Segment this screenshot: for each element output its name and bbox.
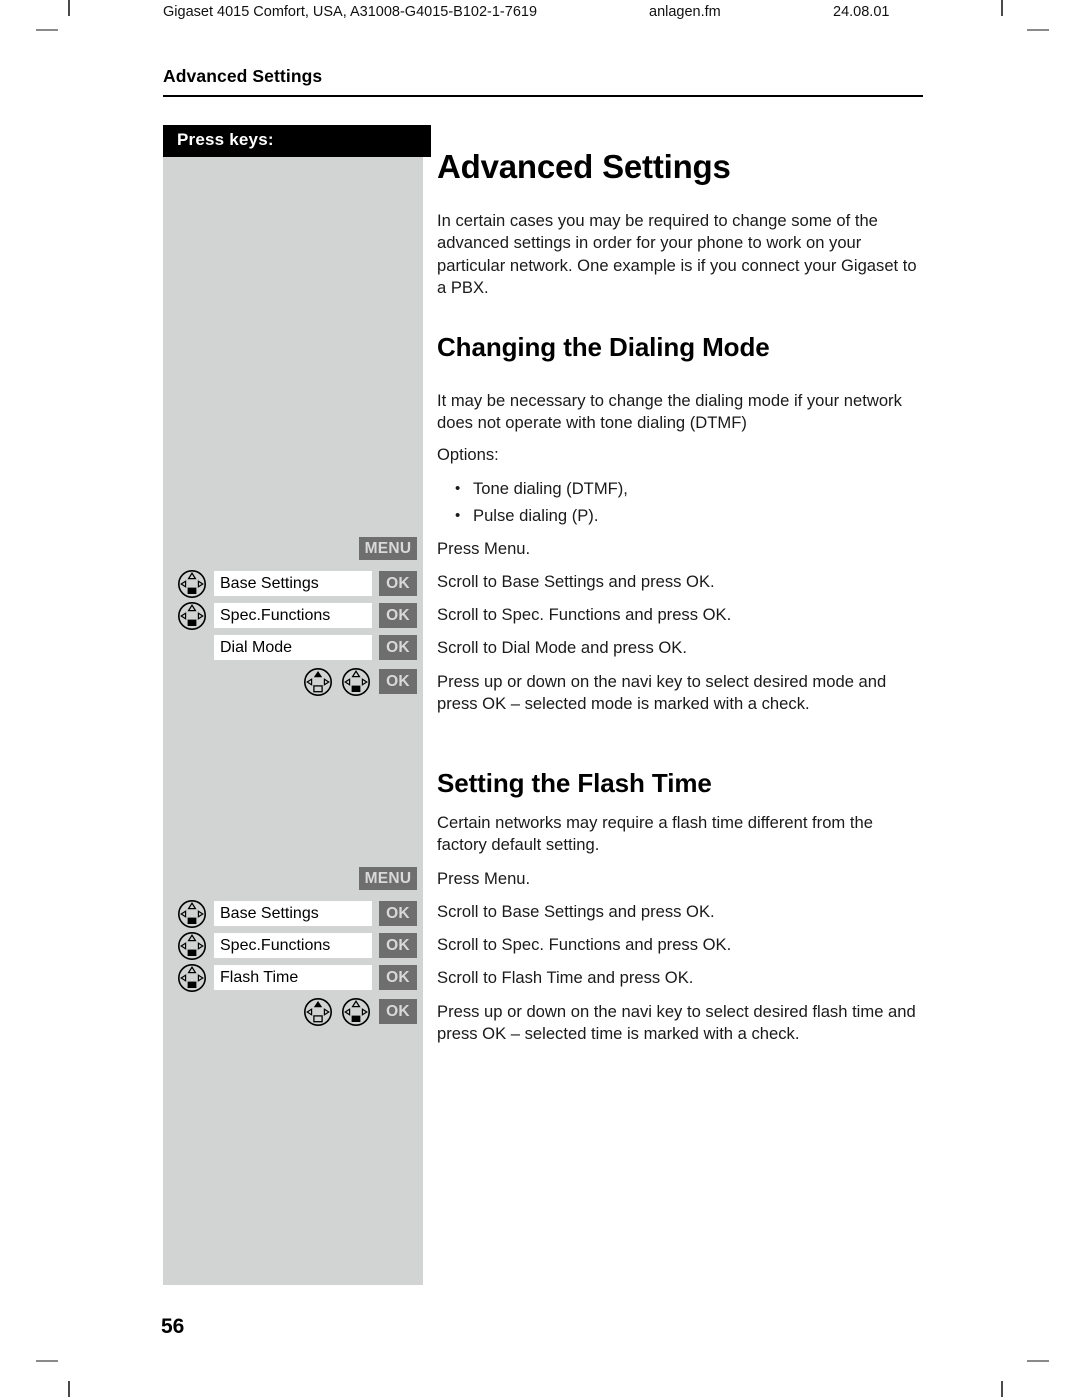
menu-item-label[interactable]: Base Settings bbox=[214, 901, 372, 926]
intro-paragraph: In certain cases you may be required to … bbox=[437, 211, 917, 297]
menu-item-label[interactable]: Base Settings bbox=[214, 571, 372, 596]
crop-mark-top-right-horizontal bbox=[1027, 29, 1049, 31]
ok-key-button[interactable]: OK bbox=[379, 571, 417, 596]
ok-key-button[interactable]: OK bbox=[379, 965, 417, 990]
header-document-id: Gigaset 4015 Comfort, USA, A31008-G4015-… bbox=[163, 4, 538, 20]
menu-key-button[interactable]: MENU bbox=[359, 867, 417, 890]
step-text: Press up or down on the navi key to sele… bbox=[437, 1002, 916, 1044]
crop-mark-top-left-horizontal bbox=[36, 29, 58, 31]
step-text: Scroll to Flash Time and press OK. bbox=[437, 968, 694, 987]
crop-mark-bottom-right-vertical bbox=[1001, 1381, 1003, 1397]
header-date: 24.08.01 bbox=[833, 4, 890, 20]
ok-key-button[interactable]: OK bbox=[379, 999, 417, 1024]
menu-item-label[interactable]: Spec.Functions bbox=[214, 933, 372, 958]
step-text: Press Menu. bbox=[437, 539, 531, 558]
list-item: Pulse dialing (P). bbox=[447, 502, 917, 529]
step-text: Scroll to Dial Mode and press OK. bbox=[437, 638, 687, 657]
crop-mark-bottom-left-vertical bbox=[68, 1381, 70, 1397]
menu-key-button[interactable]: MENU bbox=[359, 537, 417, 560]
step-text: Press up or down on the navi key to sele… bbox=[437, 672, 887, 714]
crop-mark-bottom-right-horizontal bbox=[1027, 1360, 1049, 1362]
dialing-options-list: Tone dialing (DTMF), Pulse dialing (P). bbox=[447, 475, 917, 529]
press-keys-label: Press keys: bbox=[177, 130, 274, 149]
menu-item-label[interactable]: Spec.Functions bbox=[214, 603, 372, 628]
navi-key-down-icon[interactable] bbox=[340, 997, 372, 1027]
ok-key-button[interactable]: OK bbox=[379, 603, 417, 628]
page-title: Advanced Settings bbox=[437, 148, 731, 185]
ok-key-button[interactable]: OK bbox=[379, 669, 417, 694]
step-text: Press Menu. bbox=[437, 869, 531, 888]
navi-key-up-icon[interactable] bbox=[302, 667, 334, 697]
crop-mark-top-right-vertical bbox=[1001, 0, 1003, 16]
navi-key-scroll-down-icon[interactable] bbox=[176, 963, 208, 993]
chapter-rule-divider bbox=[163, 95, 923, 97]
section-intro-dialing-mode: It may be necessary to change the dialin… bbox=[437, 391, 902, 433]
step-text: Scroll to Base Settings and press OK. bbox=[437, 902, 715, 921]
press-keys-heading-bar: Press keys: bbox=[163, 125, 431, 157]
step-text: Scroll to Spec. Functions and press OK. bbox=[437, 605, 732, 624]
navi-key-scroll-down-icon[interactable] bbox=[176, 931, 208, 961]
section-intro-flash-time: Certain networks may require a flash tim… bbox=[437, 813, 873, 855]
navi-key-scroll-down-icon[interactable] bbox=[176, 569, 208, 599]
ok-key-button[interactable]: OK bbox=[379, 933, 417, 958]
crop-mark-bottom-left-horizontal bbox=[36, 1360, 58, 1362]
navi-key-scroll-down-icon[interactable] bbox=[176, 601, 208, 631]
options-label: Options: bbox=[437, 445, 499, 464]
running-header: Gigaset 4015 Comfort, USA, A31008-G4015-… bbox=[163, 4, 923, 26]
step-text: Scroll to Base Settings and press OK. bbox=[437, 572, 715, 591]
press-keys-panel: MENU Base Settings OK Spec.Functions OK … bbox=[163, 157, 423, 1285]
chapter-title: Advanced Settings bbox=[163, 66, 323, 86]
menu-item-label[interactable]: Dial Mode bbox=[214, 635, 372, 660]
ok-key-button[interactable]: OK bbox=[379, 635, 417, 660]
navi-key-down-icon[interactable] bbox=[340, 667, 372, 697]
list-item: Tone dialing (DTMF), bbox=[447, 475, 917, 502]
section-heading-flash-time: Setting the Flash Time bbox=[437, 768, 712, 798]
crop-mark-top-left-vertical bbox=[68, 0, 70, 16]
ok-key-button[interactable]: OK bbox=[379, 901, 417, 926]
header-file-name: anlagen.fm bbox=[649, 4, 721, 20]
section-heading-dialing-mode: Changing the Dialing Mode bbox=[437, 332, 770, 362]
step-text: Scroll to Spec. Functions and press OK. bbox=[437, 935, 732, 954]
menu-item-label[interactable]: Flash Time bbox=[214, 965, 372, 990]
navi-key-scroll-down-icon[interactable] bbox=[176, 899, 208, 929]
page-number: 56 bbox=[161, 1315, 185, 1338]
navi-key-up-icon[interactable] bbox=[302, 997, 334, 1027]
